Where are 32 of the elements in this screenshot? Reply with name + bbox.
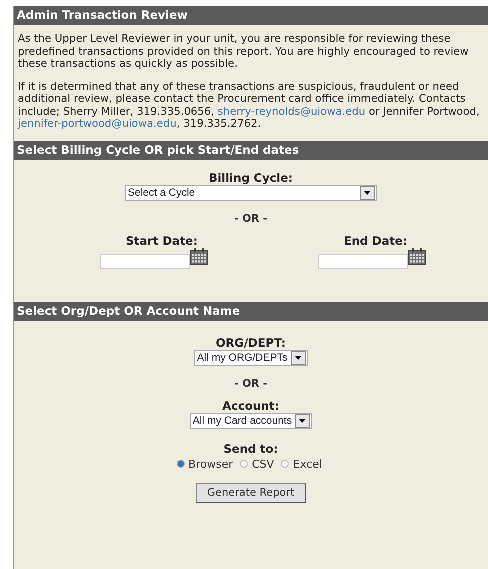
field-label: Send to:	[224, 442, 278, 456]
dropdown[interactable]: Select a Cycle	[125, 184, 377, 200]
dropdown[interactable]: All my Card accounts	[190, 412, 312, 428]
radio-button[interactable]	[281, 460, 290, 468]
date-field[interactable]	[318, 254, 408, 268]
paragraph: As the Upper Level Reviewer in your unit, you are responsible for reviewing these predefined transactions provided on this report. You are highly encouraged to review these transactions as quickly as possible.	[18, 33, 470, 70]
or-divider: - OR -	[234, 212, 268, 224]
field-label: Account:	[222, 400, 280, 412]
radio-button[interactable]	[240, 460, 248, 468]
date-field[interactable]	[100, 254, 190, 268]
or-divider: - OR -	[234, 378, 268, 390]
caret-icon	[295, 414, 310, 428]
radio-label[interactable]: Browser	[188, 458, 234, 470]
email-link[interactable]: jennifer-portwood@uiowa.edu	[18, 118, 177, 130]
section-header: Select Billing Cycle OR pick Start/End dates	[14, 140, 488, 160]
generate-report-button[interactable]: Generate Report	[196, 482, 306, 502]
field-label: Start Date:	[126, 234, 198, 248]
calendar-icon[interactable]	[190, 248, 208, 264]
paragraph: If it is determined that any of these transactions are suspicious, fraudulent or need additional review, please contact the Procurement card office immediately. Contacts include; Sherry Miller, 319.335.0656, sherry-reynolds@uiowa.edu or Jennifer Portwood, jennifer-portwood@uiowa.edu, 319.335.2762.	[18, 80, 481, 130]
radio-button[interactable]	[176, 460, 185, 468]
radio-label[interactable]: CSV	[252, 458, 274, 470]
caret-icon	[360, 186, 375, 200]
field-label: ORG/DEPT:	[216, 336, 286, 350]
dropdown[interactable]: All my ORG/DEPTs	[194, 350, 308, 366]
field-label: Billing Cycle:	[208, 172, 294, 184]
caret-icon	[290, 350, 306, 364]
email-link[interactable]: sherry-reynolds@uiowa.edu	[218, 106, 366, 118]
radio-label[interactable]: Excel	[293, 458, 322, 470]
calendar-icon[interactable]	[408, 248, 426, 264]
field-label: End Date:	[344, 234, 408, 248]
panel-header: Admin Transaction Review	[14, 6, 488, 25]
section-header: Select Org/Dept OR Account Name	[14, 302, 488, 320]
